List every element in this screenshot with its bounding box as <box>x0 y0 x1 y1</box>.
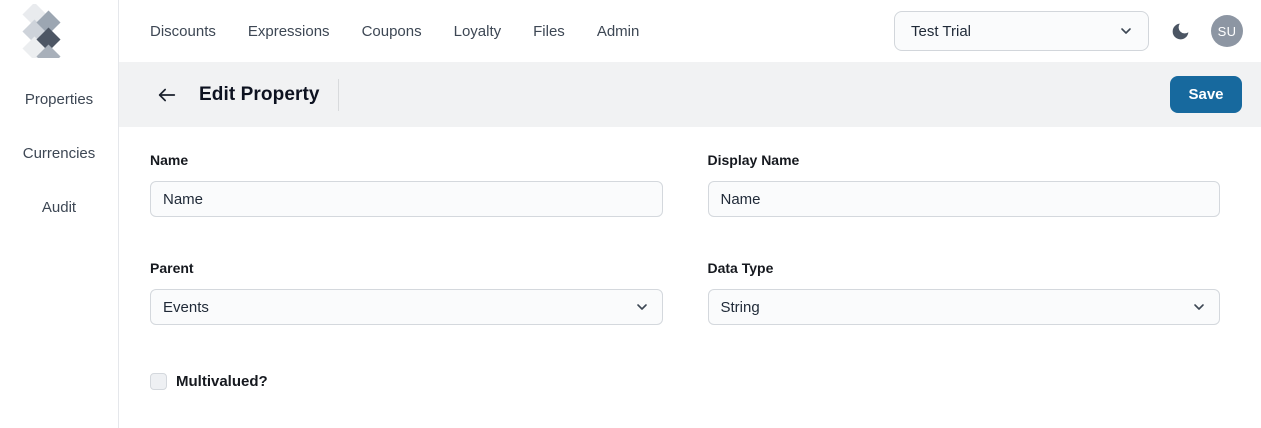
nav-item-admin[interactable]: Admin <box>597 23 640 40</box>
edit-property-form: Name Display Name Parent Events <box>119 127 1261 428</box>
parent-field-group: Parent Events <box>150 260 663 325</box>
display-name-field-group: Display Name <box>708 152 1221 217</box>
name-field-group: Name <box>150 152 663 217</box>
title-divider <box>338 79 339 111</box>
sidebar-item-currencies[interactable]: Currencies <box>0 126 118 180</box>
arrow-left-icon <box>156 84 178 106</box>
save-button[interactable]: Save <box>1170 76 1242 113</box>
avatar-initials: SU <box>1218 24 1237 39</box>
avatar[interactable]: SU <box>1211 15 1243 47</box>
parent-select-value: Events <box>163 299 209 316</box>
multivalued-label: Multivalued? <box>176 373 268 390</box>
chevron-down-icon <box>1118 23 1134 39</box>
name-label: Name <box>150 152 663 168</box>
topbar: Discounts Expressions Coupons Loyalty Fi… <box>119 0 1261 62</box>
topbar-right-cluster: Test Trial SU <box>894 11 1243 51</box>
back-button[interactable] <box>155 83 179 107</box>
data-type-select-value: String <box>721 299 760 316</box>
data-type-select[interactable]: String <box>708 289 1221 325</box>
chevron-down-icon <box>1191 299 1207 315</box>
data-type-field-group: Data Type String <box>708 260 1221 325</box>
org-select[interactable]: Test Trial <box>894 11 1149 51</box>
nav-item-expressions[interactable]: Expressions <box>248 23 330 40</box>
name-input[interactable] <box>150 181 663 217</box>
parent-label: Parent <box>150 260 663 276</box>
moon-icon <box>1170 21 1191 42</box>
sidebar-item-properties[interactable]: Properties <box>0 72 118 126</box>
top-nav: Discounts Expressions Coupons Loyalty Fi… <box>150 23 639 40</box>
app-window: Properties Currencies Audit Discounts Ex… <box>0 0 1261 428</box>
sidebar: Properties Currencies Audit <box>0 0 119 428</box>
brand-diamond-chevron-icon <box>21 4 69 58</box>
data-type-label: Data Type <box>708 260 1221 276</box>
parent-select[interactable]: Events <box>150 289 663 325</box>
nav-item-loyalty[interactable]: Loyalty <box>454 23 502 40</box>
main-column: Discounts Expressions Coupons Loyalty Fi… <box>119 0 1261 428</box>
org-select-value: Test Trial <box>911 23 971 40</box>
sidebar-nav: Properties Currencies Audit <box>0 62 118 234</box>
multivalued-row: Multivalued? <box>150 373 1220 390</box>
brand-logo[interactable] <box>0 0 118 62</box>
multivalued-checkbox[interactable] <box>150 373 167 390</box>
page-header: Edit Property Save <box>119 62 1261 127</box>
page-title: Edit Property <box>199 84 320 106</box>
nav-item-coupons[interactable]: Coupons <box>362 23 422 40</box>
dark-mode-toggle[interactable] <box>1168 19 1192 43</box>
display-name-label: Display Name <box>708 152 1221 168</box>
chevron-down-icon <box>634 299 650 315</box>
nav-item-discounts[interactable]: Discounts <box>150 23 216 40</box>
sidebar-item-audit[interactable]: Audit <box>0 180 118 234</box>
nav-item-files[interactable]: Files <box>533 23 565 40</box>
display-name-input[interactable] <box>708 181 1221 217</box>
